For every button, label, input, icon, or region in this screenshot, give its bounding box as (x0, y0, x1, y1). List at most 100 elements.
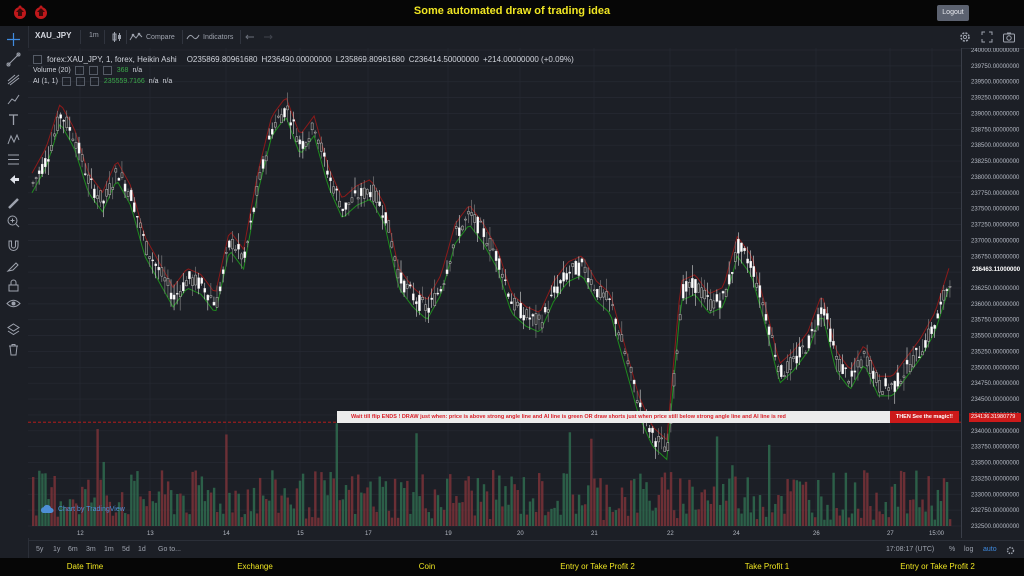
volume-bar (314, 471, 317, 526)
candle (626, 360, 630, 365)
volume-bar (746, 477, 749, 526)
candle (120, 172, 124, 178)
volume-bar (927, 476, 930, 526)
tradingview-watermark[interactable]: Chart by TradingView (40, 504, 125, 514)
ai-value: 235559.7166 (103, 78, 145, 85)
volume-bar (366, 487, 369, 526)
footer-date-time[interactable]: Date Time (40, 562, 130, 571)
indicators-button[interactable]: Indicators (186, 30, 233, 44)
volume-bar (35, 515, 38, 526)
volume-bar (580, 505, 584, 526)
chart-canvas[interactable]: 240000.00000000 239750.00000000 239500.000… (28, 48, 1024, 538)
candle (737, 238, 740, 254)
candle (286, 105, 289, 111)
annotation-price-tag: 234136.31980779 (969, 413, 1021, 422)
candle (224, 252, 228, 254)
drawing-toolbar (0, 26, 29, 558)
volume-bar (442, 509, 446, 526)
volume-bar (170, 490, 173, 526)
volume-bar (633, 478, 636, 526)
study-close-icon[interactable] (102, 66, 112, 75)
candle (347, 202, 351, 205)
logout-button[interactable]: Logout (937, 5, 969, 21)
candle (188, 271, 191, 279)
range-6m[interactable]: 6m (68, 546, 78, 553)
candle (915, 347, 918, 351)
volume-bar (933, 519, 936, 526)
footer-exchange[interactable]: Exchange (210, 562, 300, 571)
volume-bar (642, 488, 645, 526)
eye-icon[interactable] (6, 296, 21, 311)
redo-icon[interactable] (260, 30, 274, 44)
text-tool-icon[interactable] (6, 112, 21, 127)
undo-icon[interactable] (244, 30, 258, 44)
compare-button[interactable]: Compare (129, 30, 175, 44)
range-5d[interactable]: 5d (122, 546, 130, 553)
lock-icon[interactable] (6, 278, 21, 293)
candle (507, 293, 510, 297)
range-1m[interactable]: 1m (104, 546, 114, 553)
collapse-icon[interactable] (33, 55, 42, 64)
study-close-icon[interactable] (89, 77, 99, 86)
settings-icon[interactable] (958, 30, 972, 44)
footer-coin[interactable]: Coin (382, 562, 472, 571)
log-toggle[interactable]: log (964, 546, 973, 553)
symbol-search[interactable]: XAU_JPY (35, 31, 71, 40)
candle (476, 216, 479, 234)
candle (773, 354, 777, 357)
price-scale-label: 233750.00000000 (971, 445, 1020, 451)
fib-tool-icon[interactable] (6, 72, 21, 87)
layers-icon[interactable] (6, 322, 21, 337)
trash-icon[interactable] (6, 342, 21, 357)
volume-bar (133, 480, 136, 526)
footer-take-profit-1[interactable]: Take Profit 1 (722, 562, 812, 571)
volume-bar (298, 480, 302, 526)
study-eye-icon[interactable] (88, 66, 98, 75)
crosshair-icon[interactable] (6, 32, 21, 47)
study-settings-icon[interactable] (61, 77, 71, 86)
brush-icon[interactable] (6, 92, 21, 107)
camera-icon[interactable] (1002, 30, 1016, 44)
study-eye-icon[interactable] (75, 77, 85, 86)
candle (792, 356, 795, 359)
percent-toggle[interactable]: % (949, 546, 955, 553)
footer-entry-tp2[interactable]: Entry or Take Profit 2 (540, 562, 655, 571)
stay-drawing-icon[interactable] (6, 258, 21, 273)
goto-button[interactable]: Go to... (158, 546, 181, 553)
study-settings-icon[interactable] (74, 66, 84, 75)
zoom-in-icon[interactable] (6, 214, 21, 229)
measure-icon[interactable] (6, 152, 21, 167)
volume-bar (528, 501, 532, 526)
range-3m[interactable]: 3m (86, 546, 96, 553)
candle (648, 427, 651, 433)
candle (129, 189, 133, 202)
volume-bar (534, 511, 538, 526)
volume-bar (676, 518, 679, 526)
ai-study-label[interactable]: AI (1, 1) (33, 78, 58, 85)
utc-time[interactable]: 17:08:17 (UTC) (886, 546, 934, 553)
footer-entry-tp2-b[interactable]: Entry or Take Profit 2 (880, 562, 995, 571)
volume-study-label[interactable]: Volume (20) (33, 67, 71, 74)
range-1y[interactable]: 1y (53, 546, 60, 553)
pattern-icon[interactable] (6, 132, 21, 147)
legend-title[interactable]: forex:XAU_JPY, 1, forex, Heikin Ashi (47, 55, 177, 64)
fullscreen-icon[interactable] (980, 30, 994, 44)
volume-bar (639, 473, 642, 526)
trend-line-icon[interactable] (6, 52, 21, 67)
volume-bar (157, 491, 161, 526)
range-1d[interactable]: 1d (138, 546, 146, 553)
price-chart[interactable]: 240000.00000000 239750.00000000 239500.000… (28, 48, 1024, 538)
volume-bar (878, 511, 881, 526)
auto-toggle[interactable]: auto (983, 546, 997, 553)
interval-selector[interactable]: 1m (89, 32, 99, 39)
magnet-icon[interactable] (6, 238, 21, 253)
back-arrow-icon[interactable] (6, 172, 21, 187)
scale-settings-icon[interactable] (1006, 546, 1015, 557)
candle (764, 314, 768, 321)
candle-style-icon[interactable] (110, 30, 124, 44)
volume-bar (452, 502, 455, 526)
range-5y[interactable]: 5y (36, 546, 43, 553)
volume-bar (856, 508, 860, 526)
ruler-icon[interactable] (6, 196, 21, 211)
candle (501, 273, 504, 278)
